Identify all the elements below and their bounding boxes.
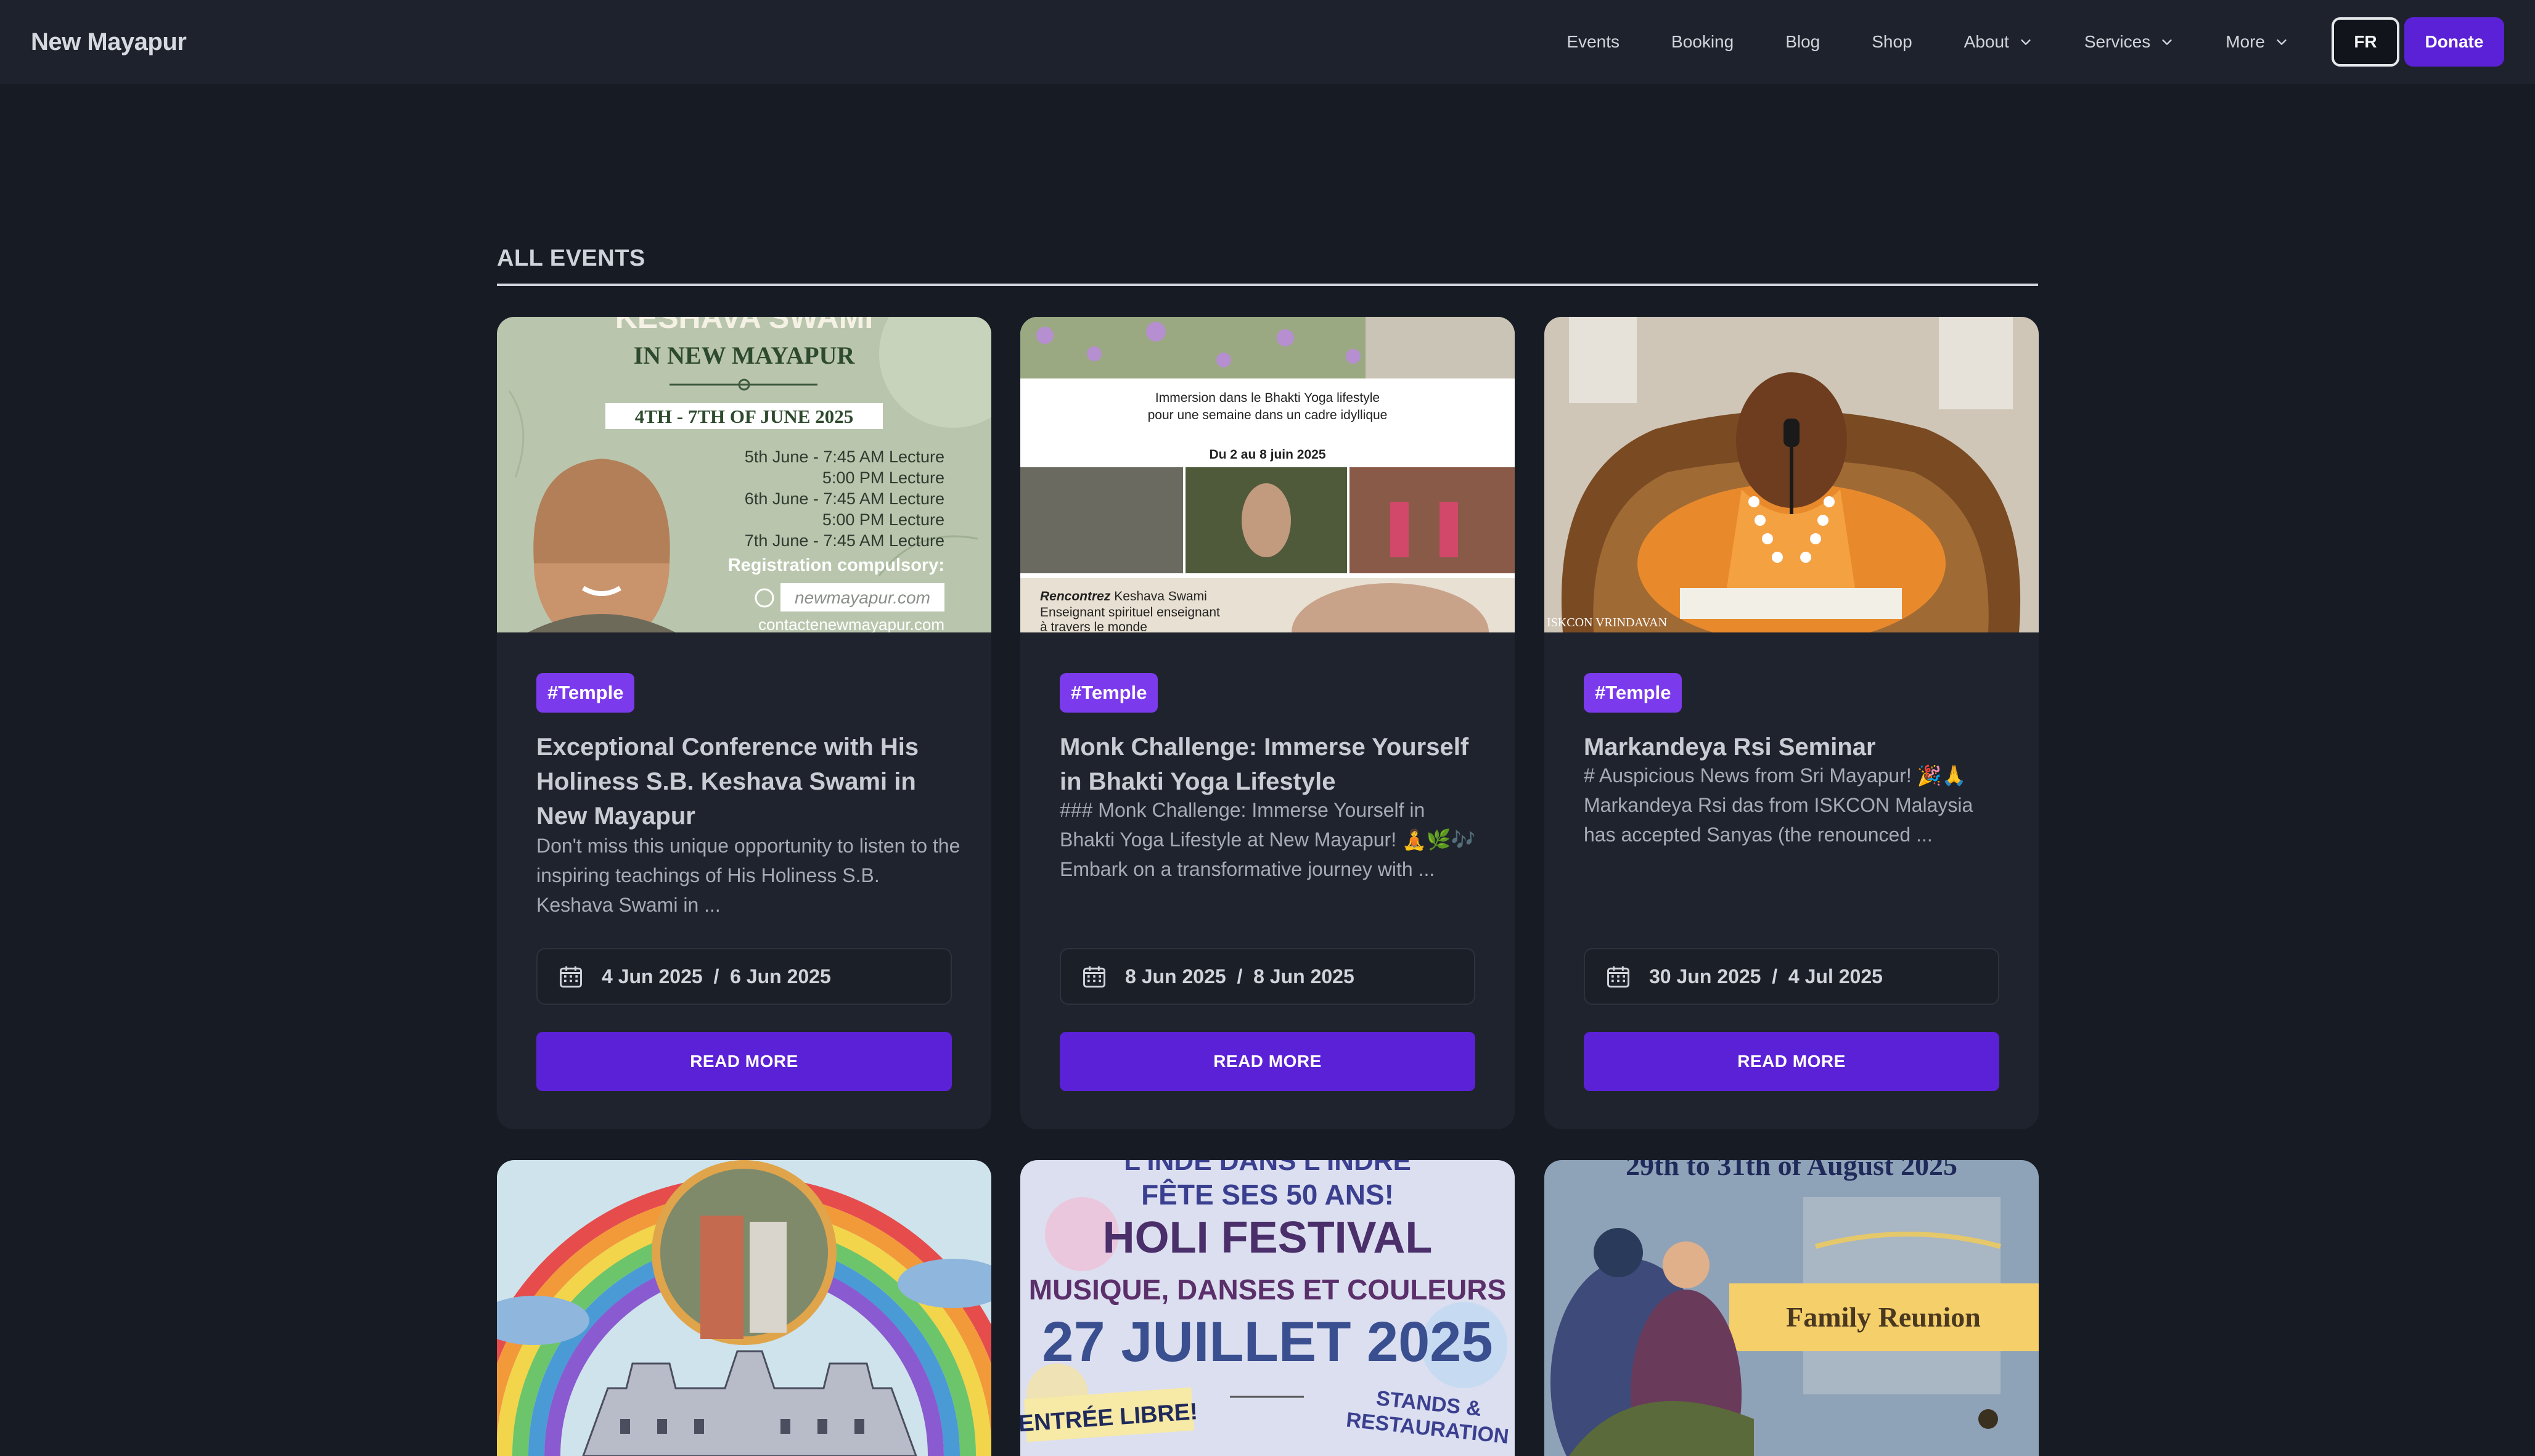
date-end: 8 Jun 2025 — [1253, 965, 1354, 988]
date-range: 4 Jun 2025 / 6 Jun 2025 — [602, 965, 831, 988]
chevron-down-icon — [2021, 39, 2031, 45]
calendar-icon — [1607, 966, 1629, 988]
poster-email: contactenewmayapur.com — [758, 615, 944, 632]
poster-line: FÊTE SES 50 ANS! — [1141, 1179, 1394, 1211]
event-description: ### Monk Challenge: Immerse Yourself in … — [1060, 799, 1476, 880]
language-button[interactable]: FR — [2332, 17, 2399, 67]
poster-watermark: ISKCON VRINDAVAN — [1547, 616, 1667, 629]
nav-more-label: More — [2226, 32, 2265, 51]
date-range: 8 Jun 2025 / 8 Jun 2025 — [1125, 965, 1354, 988]
event-title[interactable]: Monk Challenge: Immerse Yourself in Bhak… — [1060, 730, 1485, 799]
calendar-icon — [560, 966, 582, 988]
calendar-icon — [1083, 966, 1105, 988]
poster-schedule: 5:00 PM Lecture — [822, 510, 944, 529]
read-more-button[interactable]: READ MORE — [1584, 1032, 1999, 1091]
chevron-down-icon — [2277, 39, 2287, 45]
poster-line2: IN NEW MAYAPUR — [634, 342, 856, 369]
event-card-image[interactable] — [497, 1160, 991, 1456]
nav-shop-label: Shop — [1872, 32, 1912, 51]
nav-blog[interactable]: Blog — [1785, 32, 1820, 52]
poster-line: 27 JUILLET 2025 — [1042, 1311, 1493, 1373]
event-image[interactable]: ISKCON VRINDAVAN — [1544, 317, 2039, 632]
event-dates: 8 Jun 2025 / 8 Jun 2025 — [1060, 948, 1475, 1005]
poster-registration: Registration compulsory: — [728, 555, 944, 575]
poster-line: HOLI FESTIVAL — [1103, 1213, 1433, 1262]
nav-booking-label: Booking — [1671, 32, 1734, 51]
poster-dates: Du 2 au 8 juin 2025 — [1209, 448, 1325, 462]
nav-shop[interactable]: Shop — [1872, 32, 1912, 52]
event-dates: 4 Jun 2025 / 6 Jun 2025 — [536, 948, 952, 1005]
poster-heading: pour une semaine dans un cadre idyllique — [1148, 408, 1388, 422]
nav-events-label: Events — [1566, 32, 1620, 51]
poster-dates: 29th to 31th of August 2025 — [1626, 1160, 1957, 1181]
poster-line: MUSIQUE, DANSES ET COULEURS — [1029, 1274, 1506, 1306]
category-tag[interactable]: #Temple — [1060, 673, 1158, 713]
poster-meet: à travers le monde — [1040, 620, 1147, 632]
nav-more[interactable]: More — [2226, 32, 2288, 52]
nav-blog-label: Blog — [1785, 32, 1820, 51]
event-description: # Auspicious News from Sri Mayapur! 🎉🙏 M… — [1584, 764, 1973, 846]
poster-schedule: 6th June - 7:45 AM Lecture — [745, 489, 944, 508]
poster-line1: KESHAVA SWAMI — [615, 317, 874, 335]
poster-dates: 4TH - 7TH OF JUNE 2025 — [635, 406, 854, 427]
donate-button[interactable]: Donate — [2404, 17, 2504, 67]
date-end: 6 Jun 2025 — [730, 965, 831, 988]
nav-about[interactable]: About — [1964, 32, 2033, 52]
date-range: 30 Jun 2025 / 4 Jul 2025 — [1649, 965, 1883, 988]
date-end: 4 Jul 2025 — [1788, 965, 1883, 988]
poster-schedule: 5th June - 7:45 AM Lecture — [745, 448, 944, 466]
read-more-button[interactable]: READ MORE — [1060, 1032, 1475, 1091]
event-card-image[interactable]: 29th to 31th of August 2025 Family Reuni… — [1544, 1160, 2039, 1456]
event-description: Don't miss this unique opportunity to li… — [536, 835, 960, 916]
section-divider — [497, 284, 2038, 286]
poster-schedule: 5:00 PM Lecture — [822, 468, 944, 487]
read-more-button[interactable]: READ MORE — [536, 1032, 952, 1091]
nav-services-label: Services — [2084, 32, 2151, 51]
poster-schedule: 7th June - 7:45 AM Lecture — [745, 531, 944, 550]
poster-meet: Rencontrez — [1040, 589, 1111, 603]
site-brand[interactable]: New Mayapur — [31, 28, 187, 56]
top-nav: New Mayapur Events Booking Blog Shop Abo… — [0, 0, 2535, 84]
svg-text:Rencontrez Keshava Swami: Rencontrez Keshava Swami — [1040, 589, 1207, 603]
nav-services[interactable]: Services — [2084, 32, 2174, 52]
event-image[interactable]: Immersion dans le Bhakti Yoga lifestyle … — [1020, 317, 1515, 632]
nav-booking[interactable]: Booking — [1671, 32, 1734, 52]
date-start: 30 Jun 2025 — [1649, 965, 1761, 988]
event-image[interactable]: KESHAVA SWAMI IN NEW MAYAPUR 4TH - 7TH O… — [497, 317, 991, 632]
chevron-down-icon — [2162, 39, 2172, 45]
poster-line: L'INDE DANS L'INDRE — [1124, 1160, 1411, 1176]
poster-meet: Enseignant spirituel enseignant — [1040, 605, 1220, 620]
date-start: 4 Jun 2025 — [602, 965, 703, 988]
event-card: ISKCON VRINDAVAN #Temple Markandeya Rsi … — [1544, 317, 2039, 1129]
nav-links: Events Booking Blog Shop About Services … — [1566, 0, 2504, 84]
poster-heading: Immersion dans le Bhakti Yoga lifestyle — [1155, 391, 1380, 405]
poster-website: newmayapur.com — [795, 588, 930, 607]
event-card: KESHAVA SWAMI IN NEW MAYAPUR 4TH - 7TH O… — [497, 317, 991, 1129]
date-start: 8 Jun 2025 — [1125, 965, 1226, 988]
poster-banner: Family Reunion — [1786, 1301, 1981, 1333]
category-tag[interactable]: #Temple — [1584, 673, 1682, 713]
nav-events[interactable]: Events — [1566, 32, 1620, 52]
section-title: ALL EVENTS — [497, 245, 645, 271]
category-tag[interactable]: #Temple — [536, 673, 635, 713]
event-dates: 30 Jun 2025 / 4 Jul 2025 — [1584, 948, 1999, 1005]
event-title[interactable]: Exceptional Conference with His Holiness… — [536, 730, 962, 833]
event-title[interactable]: Markandeya Rsi Seminar — [1584, 730, 2009, 764]
nav-about-label: About — [1964, 32, 2009, 51]
event-card-image[interactable]: L'INDE DANS L'INDRE FÊTE SES 50 ANS! HOL… — [1020, 1160, 1515, 1456]
event-card: Immersion dans le Bhakti Yoga lifestyle … — [1020, 317, 1515, 1129]
poster-meet: Keshava Swami — [1110, 589, 1206, 603]
